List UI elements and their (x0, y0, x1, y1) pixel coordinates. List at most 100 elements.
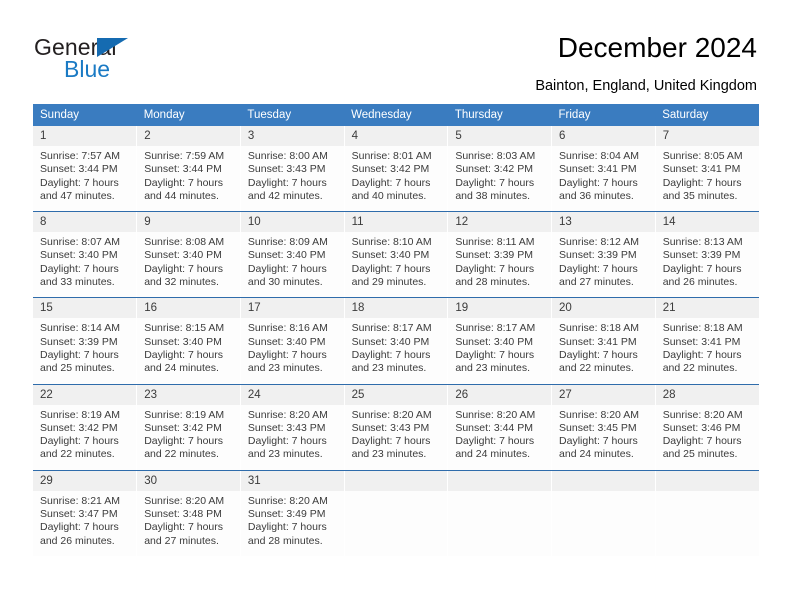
sunrise-text: Sunrise: 8:11 AM (455, 236, 535, 249)
day-cell-5[interactable]: 5 (447, 126, 553, 146)
sunrise-text: Sunrise: 8:20 AM (455, 408, 536, 421)
day-detail-31: Sunrise: 8:20 AM Sunset: 3:49 PM Dayligh… (240, 490, 345, 556)
day-cell-15[interactable]: 15 (33, 298, 138, 319)
daylight-text-line1: Daylight: 7 hours (247, 262, 327, 275)
daylight-text-line2: and 23 minutes. (247, 362, 323, 375)
sunset-text: Sunset: 3:40 PM (455, 335, 533, 348)
sunrise-text: Sunrise: 8:20 AM (351, 408, 432, 421)
day-cell-22[interactable]: 22 (33, 384, 138, 405)
sunset-text: Sunset: 3:42 PM (455, 163, 533, 176)
sunset-text: Sunset: 3:40 PM (247, 335, 326, 348)
daylight-text-line2: and 22 minutes. (559, 362, 634, 375)
day-cell-4[interactable]: 4 (344, 126, 449, 146)
daylight-text-line1: Daylight: 7 hours (144, 521, 223, 534)
daylight-text-line1: Daylight: 7 hours (455, 348, 535, 361)
sunrise-text: Sunrise: 8:17 AM (455, 322, 536, 335)
weekday-header-row: Sunday Monday Tuesday Wednesday Thursday… (33, 104, 759, 126)
page-header: General Blue December 2024 Bainton, Engl… (0, 0, 792, 100)
daylight-text-line2: and 28 minutes. (455, 276, 531, 289)
day-detail-5: Sunrise: 8:03 AM Sunset: 3:42 PM Dayligh… (447, 146, 553, 212)
sunrise-text: Sunrise: 8:20 AM (662, 408, 743, 421)
day-cell-20[interactable]: 20 (551, 298, 656, 319)
daylight-text-line2: and 36 minutes. (559, 189, 634, 202)
sunset-text: Sunset: 3:47 PM (40, 508, 118, 521)
day-cell-8[interactable]: 8 (33, 212, 138, 233)
day-detail-23: Sunrise: 8:19 AM Sunset: 3:42 PM Dayligh… (136, 404, 241, 470)
calendar-body: 1 2 3 4 5 6 7 Sunrise: 7:57 AM Sunset: 3… (33, 126, 759, 556)
sunset-text: Sunset: 3:41 PM (559, 335, 637, 348)
daylight-text-line1: Daylight: 7 hours (40, 262, 119, 275)
day-detail-9: Sunrise: 8:08 AM Sunset: 3:40 PM Dayligh… (136, 232, 241, 298)
day-cell-3[interactable]: 3 (240, 126, 345, 146)
sunset-text: Sunset: 3:49 PM (247, 508, 326, 521)
day-cell-30[interactable]: 30 (136, 470, 241, 491)
location-subtitle: Bainton, England, United Kingdom (535, 78, 757, 94)
day-cell-17[interactable]: 17 (240, 298, 345, 319)
daylight-text-line2: and 27 minutes. (144, 534, 219, 547)
day-cell-14[interactable]: 14 (655, 212, 759, 233)
day-detail-20: Sunrise: 8:18 AM Sunset: 3:41 PM Dayligh… (551, 318, 656, 384)
sunset-text: Sunset: 3:40 PM (144, 335, 222, 348)
day-cell-24[interactable]: 24 (240, 384, 345, 405)
day-cell-23[interactable]: 23 (136, 384, 241, 405)
sunset-text: Sunset: 3:40 PM (351, 249, 430, 262)
day-cell-10[interactable]: 10 (240, 212, 345, 233)
day-cell-28[interactable]: 28 (655, 384, 759, 405)
daylight-text-line1: Daylight: 7 hours (455, 176, 535, 189)
generalblue-logo[interactable]: General Blue (34, 34, 234, 86)
day-cell-6[interactable]: 6 (551, 126, 656, 146)
daylight-text-line1: Daylight: 7 hours (40, 521, 119, 534)
day-cell-16[interactable]: 16 (136, 298, 241, 319)
sunrise-text: Sunrise: 8:00 AM (247, 150, 328, 162)
day-detail-24: Sunrise: 8:20 AM Sunset: 3:43 PM Dayligh… (240, 404, 345, 470)
sunset-text: Sunset: 3:42 PM (144, 421, 222, 434)
daylight-text-line1: Daylight: 7 hours (40, 435, 119, 448)
day-detail-12: Sunrise: 8:11 AM Sunset: 3:39 PM Dayligh… (447, 232, 553, 298)
sunrise-text: Sunrise: 8:14 AM (40, 322, 120, 335)
daylight-text-line2: and 40 minutes. (351, 189, 427, 202)
day-cell-2[interactable]: 2 (136, 126, 241, 146)
day-cell-7[interactable]: 7 (655, 126, 759, 146)
day-cell-21[interactable]: 21 (655, 298, 759, 319)
daylight-text-line2: and 27 minutes. (559, 276, 634, 289)
sunrise-text: Sunrise: 8:08 AM (144, 236, 225, 249)
day-detail-1: Sunrise: 7:57 AM Sunset: 3:44 PM Dayligh… (33, 146, 138, 212)
daylight-text-line2: and 22 minutes. (144, 448, 219, 461)
day-cell-31[interactable]: 31 (240, 470, 345, 491)
day-detail-19: Sunrise: 8:17 AM Sunset: 3:40 PM Dayligh… (447, 318, 553, 384)
daylight-text-line2: and 24 minutes. (559, 448, 634, 461)
day-cell-26[interactable]: 26 (447, 384, 553, 405)
sunrise-text: Sunrise: 8:04 AM (559, 150, 639, 162)
day-cell-29[interactable]: 29 (33, 470, 138, 491)
daylight-text-line1: Daylight: 7 hours (144, 348, 223, 361)
day-cell-13[interactable]: 13 (551, 212, 656, 233)
daylight-text-line2: and 23 minutes. (247, 448, 323, 461)
daylight-text-line1: Daylight: 7 hours (351, 262, 431, 275)
weekday-header-friday: Friday (551, 104, 656, 126)
daylight-text-line1: Daylight: 7 hours (455, 435, 535, 448)
calendar-page: General Blue December 2024 Bainton, Engl… (0, 0, 792, 612)
day-cell-27[interactable]: 27 (551, 384, 656, 405)
sunset-text: Sunset: 3:40 PM (144, 249, 222, 262)
day-cell-empty-3 (551, 470, 656, 491)
daylight-text-line1: Daylight: 7 hours (662, 262, 742, 275)
day-cell-1[interactable]: 1 (33, 126, 138, 146)
daylight-text-line1: Daylight: 7 hours (662, 176, 742, 189)
weekday-header-tuesday: Tuesday (240, 104, 345, 126)
day-cell-25[interactable]: 25 (344, 384, 449, 405)
day-detail-29: Sunrise: 8:21 AM Sunset: 3:47 PM Dayligh… (33, 490, 138, 556)
day-cell-12[interactable]: 12 (447, 212, 553, 233)
sunrise-text: Sunrise: 8:20 AM (247, 494, 328, 507)
sunrise-text: Sunrise: 8:18 AM (662, 322, 743, 335)
day-cell-19[interactable]: 19 (447, 298, 553, 319)
day-cell-18[interactable]: 18 (344, 298, 449, 319)
page-title: December 2024 (557, 32, 757, 63)
daylight-text-line2: and 22 minutes. (662, 362, 738, 375)
day-cell-9[interactable]: 9 (136, 212, 241, 233)
day-detail-28: Sunrise: 8:20 AM Sunset: 3:46 PM Dayligh… (655, 404, 759, 470)
weekday-header-sunday: Sunday (33, 104, 137, 126)
sunset-text: Sunset: 3:44 PM (40, 163, 118, 176)
week-5-detail-row: Sunrise: 8:21 AM Sunset: 3:47 PM Dayligh… (33, 490, 759, 556)
daylight-text-line1: Daylight: 7 hours (144, 435, 223, 448)
day-cell-11[interactable]: 11 (344, 212, 449, 233)
